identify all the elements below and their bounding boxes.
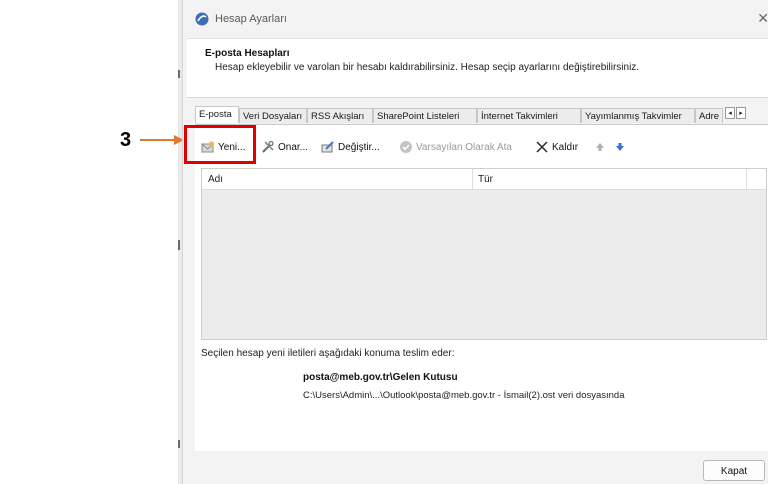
repair-button[interactable]: Onar...	[261, 136, 308, 158]
move-up-button[interactable]	[593, 136, 607, 158]
delivery-mailbox: posta@meb.gov.tr\Gelen Kutusu	[303, 372, 458, 383]
remove-x-icon	[536, 141, 548, 153]
step-number: 3	[120, 129, 132, 151]
title-bar: Hesap Ayarları ✕	[183, 0, 768, 38]
repair-tools-icon	[262, 140, 274, 153]
column-header-name[interactable]: Adı	[208, 174, 223, 185]
new-button-highlight	[184, 125, 256, 164]
arrow-up-icon	[596, 143, 604, 151]
accounts-list[interactable]: Adı Tür	[201, 168, 767, 340]
repair-label: Onar...	[278, 141, 309, 153]
tab-scroll-right-icon[interactable]: ▸	[736, 107, 746, 119]
background-mark	[178, 240, 180, 250]
header-description: Hesap ekleyebilir ve varolan bir hesabı …	[215, 62, 640, 73]
column-header-type[interactable]: Tür	[478, 174, 493, 185]
set-default-button[interactable]: Varsayılan Olarak Ata	[399, 136, 512, 158]
tab-email[interactable]: E-posta	[195, 106, 239, 123]
checkmark-icon	[400, 141, 412, 153]
header-title: E-posta Hesapları	[205, 48, 290, 59]
change-button[interactable]: Değiştir...	[321, 136, 380, 158]
tab-data-files[interactable]: Veri Dosyaları	[239, 108, 307, 123]
account-settings-dialog: Hesap Ayarları ✕ E-posta Hesapları Hesap…	[182, 0, 768, 484]
tab-address-books[interactable]: Adre	[695, 108, 723, 123]
close-button[interactable]: Kapat	[703, 460, 765, 481]
close-icon[interactable]: ✕	[757, 10, 768, 27]
remove-label: Kaldır	[552, 141, 579, 153]
window-title: Hesap Ayarları	[215, 13, 287, 25]
delivery-label: Seçilen hesap yeni iletileri aşağıdaki k…	[201, 348, 455, 359]
annotation-arrow	[140, 135, 184, 145]
arrow-down-icon	[616, 143, 624, 151]
header-panel: E-posta Hesapları Hesap ekleyebilir ve v…	[187, 38, 768, 98]
background-mark	[178, 440, 180, 448]
tab-scroll-left-icon[interactable]: ◂	[725, 107, 735, 119]
delivery-mailbox-name: posta@meb.gov.tr\Gelen Kutusu	[303, 372, 458, 383]
move-down-button[interactable]	[613, 136, 627, 158]
column-divider	[746, 169, 747, 189]
delivery-data-file-path: C:\Users\Admin\...\Outlook\posta@meb.gov…	[303, 390, 625, 401]
list-header: Adı Tür	[202, 169, 766, 190]
change-settings-icon	[321, 141, 334, 153]
set-default-label: Varsayılan Olarak Ata	[416, 141, 512, 153]
background-mark	[178, 70, 180, 78]
tab-internet-calendars[interactable]: İnternet Takvimleri	[477, 108, 581, 123]
change-label: Değiştir...	[338, 141, 380, 153]
tab-sharepoint-lists[interactable]: SharePoint Listeleri	[373, 108, 477, 123]
tab-rss-feeds[interactable]: RSS Akışları	[307, 108, 373, 123]
account-settings-icon	[195, 12, 209, 26]
column-divider	[472, 169, 473, 189]
remove-button[interactable]: Kaldır	[535, 136, 578, 158]
tab-published-calendars[interactable]: Yayımlanmış Takvimler	[581, 108, 695, 123]
